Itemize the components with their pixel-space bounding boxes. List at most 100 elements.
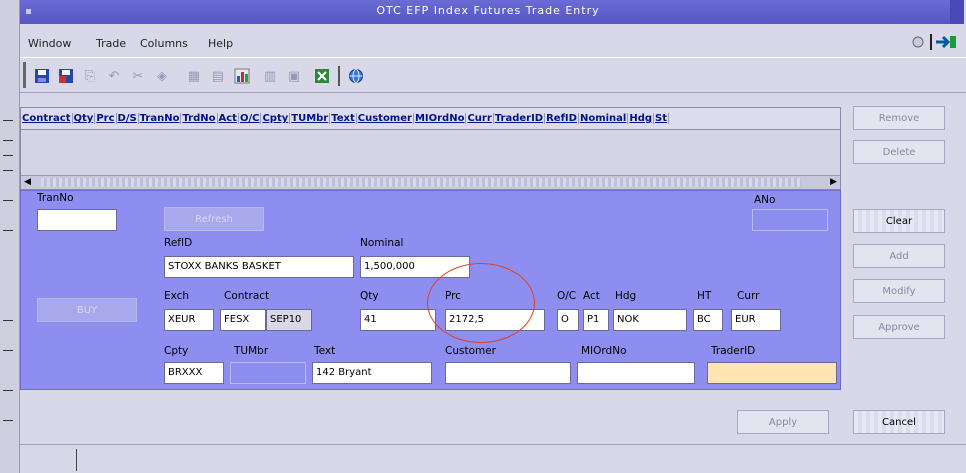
cancel-button[interactable]: Cancel: [853, 410, 945, 434]
refid-label: RefID: [164, 237, 193, 249]
ht-field[interactable]: BC: [693, 309, 723, 331]
table-icon[interactable]: ▥: [260, 66, 280, 86]
toolbar-grip: [23, 62, 26, 88]
ht-label: HT: [697, 290, 712, 302]
status-bar: [20, 444, 966, 473]
title-bar: OTC EFP Index Futures Trade Entry: [20, 0, 964, 24]
help-arrow-icon[interactable]: [910, 33, 960, 51]
contract-field[interactable]: SEP10: [266, 309, 312, 331]
apply-button[interactable]: Apply: [737, 410, 829, 434]
contract-prefix-field[interactable]: FESX: [220, 309, 266, 331]
add-button[interactable]: Add: [853, 244, 945, 268]
tranno-field[interactable]: [37, 209, 117, 231]
remove-button[interactable]: Remove: [853, 106, 945, 130]
column-act[interactable]: Act: [218, 113, 239, 124]
column-customer[interactable]: Customer: [357, 113, 414, 124]
text-field[interactable]: 142 Bryant: [312, 362, 432, 384]
ano-label: ANo: [754, 194, 776, 206]
column-hdg[interactable]: Hdg: [628, 113, 655, 124]
column-tranno[interactable]: TranNo: [139, 113, 182, 124]
menu-trade[interactable]: Trade: [96, 37, 126, 50]
print-icon[interactable]: ▣: [284, 66, 304, 86]
trade-entry-window: OTC EFP Index Futures Trade Entry Window…: [0, 0, 966, 473]
menu-window[interactable]: Window: [28, 37, 71, 50]
menu-right-icons: [910, 33, 960, 54]
column-qty[interactable]: Qty: [73, 113, 96, 124]
oc-label: O/C: [557, 290, 577, 302]
column-contract[interactable]: Contract: [21, 113, 73, 124]
prc-field[interactable]: 2172,5: [445, 309, 545, 331]
curr-field[interactable]: EUR: [731, 309, 781, 331]
scroll-thumb[interactable]: [41, 178, 801, 187]
paste-icon[interactable]: ◈: [152, 66, 172, 86]
modify-button[interactable]: Modify: [853, 279, 945, 303]
cpty-field[interactable]: BRXXX: [164, 362, 224, 384]
menu-bar: Window Trade Columns Help: [20, 33, 966, 53]
column-nominal[interactable]: Nominal: [579, 113, 629, 124]
tumbr-field[interactable]: [230, 362, 306, 384]
customer-label: Customer: [445, 345, 497, 357]
refresh-button[interactable]: Refresh: [164, 207, 264, 231]
column-prc[interactable]: Prc: [95, 113, 117, 124]
traderid-field[interactable]: [707, 362, 837, 384]
column-traderid[interactable]: TraderID: [494, 113, 546, 124]
traderid-label: TraderID: [711, 345, 756, 357]
menu-help[interactable]: Help: [208, 37, 233, 50]
ano-field[interactable]: [752, 209, 828, 231]
cpty-label: Cpty: [164, 345, 189, 357]
column-oc[interactable]: O/C: [239, 113, 262, 124]
column-st[interactable]: St: [654, 113, 670, 124]
tranno-label: TranNo: [37, 192, 74, 204]
approve-button[interactable]: Approve: [853, 315, 945, 339]
clear-button[interactable]: Clear: [853, 209, 945, 233]
column-miordno[interactable]: MIOrdNo: [414, 113, 467, 124]
hdg-label: Hdg: [615, 290, 637, 302]
excel-icon[interactable]: [312, 66, 332, 86]
column-tumbr[interactable]: TUMbr: [290, 113, 331, 124]
hdg-field[interactable]: NOK: [613, 309, 687, 331]
chart-icon[interactable]: [232, 66, 252, 86]
exch-label: Exch: [164, 290, 190, 302]
nominal-field[interactable]: 1,500,000: [360, 256, 470, 278]
grid-icon[interactable]: ▦: [184, 66, 204, 86]
qty-label: Qty: [360, 290, 379, 302]
trades-table[interactable]: Contract Qty Prc D/S TranNo TrdNo Act O/…: [20, 107, 841, 190]
column-text[interactable]: Text: [330, 113, 357, 124]
title-right-edge: [950, 0, 964, 24]
column-refid[interactable]: RefID: [545, 113, 579, 124]
save-all-icon[interactable]: [56, 66, 76, 86]
curr-label: Curr: [737, 290, 760, 302]
qty-field[interactable]: 41: [360, 309, 436, 331]
filter-icon[interactable]: ▤: [208, 66, 228, 86]
customer-field[interactable]: [445, 362, 571, 384]
refid-field[interactable]: STOXX BANKS BASKET: [164, 256, 354, 278]
save-icon[interactable]: [32, 66, 52, 86]
horizontal-scrollbar[interactable]: ◀ ▶: [21, 175, 840, 189]
exch-field[interactable]: XEUR: [164, 309, 214, 331]
buy-button[interactable]: BUY: [37, 298, 137, 322]
status-divider: [76, 449, 77, 471]
column-cpty[interactable]: Cpty: [261, 113, 291, 124]
window-menu-icon[interactable]: [26, 9, 31, 14]
toolbar: ⎘ ↶ ✂ ◈ ▦ ▤ ▥ ▣: [20, 57, 966, 93]
scroll-right-icon[interactable]: ▶: [830, 177, 837, 187]
scroll-left-icon[interactable]: ◀: [24, 177, 31, 187]
undo-icon[interactable]: ↶: [104, 66, 124, 86]
oc-field[interactable]: O: [557, 309, 579, 331]
cut-icon[interactable]: ✂: [128, 66, 148, 86]
globe-icon[interactable]: [346, 66, 366, 86]
act-field[interactable]: P1: [583, 309, 609, 331]
column-curr[interactable]: Curr: [466, 113, 494, 124]
column-ds[interactable]: D/S: [117, 113, 139, 124]
contract-label: Contract: [224, 290, 270, 302]
trade-entry-form: TranNo ANo Refresh RefID STOXX BANKS BAS…: [20, 190, 841, 390]
act-label: Act: [583, 290, 600, 302]
delete-button[interactable]: Delete: [853, 140, 945, 164]
menu-columns[interactable]: Columns: [140, 37, 188, 50]
bottom-bar: Apply Cancel: [20, 398, 966, 438]
column-trdno[interactable]: TrdNo: [181, 113, 218, 124]
copy-icon[interactable]: ⎘: [80, 66, 100, 86]
window-title: OTC EFP Index Futures Trade Entry: [376, 4, 600, 17]
miordno-field[interactable]: [577, 362, 695, 384]
nominal-label: Nominal: [360, 237, 404, 249]
